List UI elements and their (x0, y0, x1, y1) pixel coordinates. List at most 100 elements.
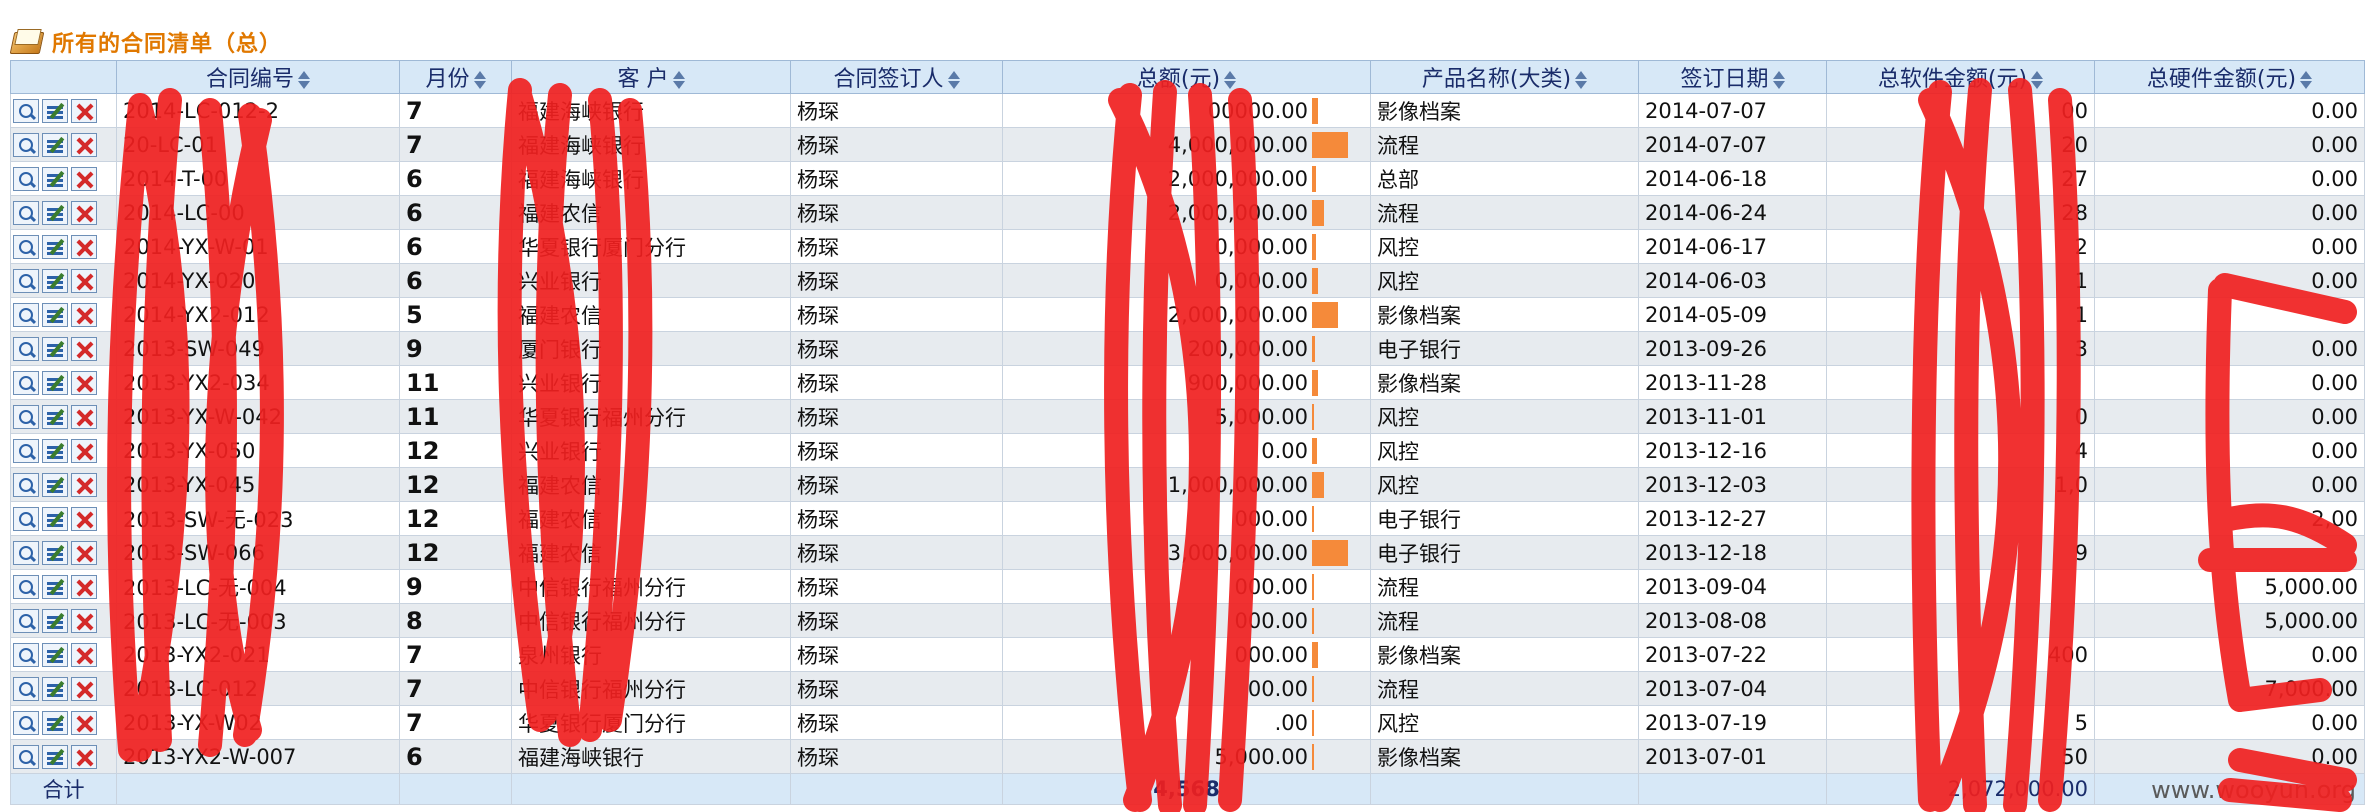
signer-link[interactable]: 杨琛 (790, 399, 1003, 434)
view-icon[interactable] (13, 541, 39, 565)
signer-link[interactable]: 杨琛 (790, 705, 1003, 740)
signer-link[interactable]: 杨琛 (790, 535, 1003, 570)
view-icon[interactable] (13, 609, 39, 633)
view-icon[interactable] (13, 303, 39, 327)
edit-icon[interactable] (42, 677, 68, 701)
delete-icon[interactable] (71, 201, 97, 225)
edit-icon[interactable] (42, 99, 68, 123)
view-icon[interactable] (13, 235, 39, 259)
sort-icon[interactable] (296, 69, 310, 91)
view-icon[interactable] (13, 473, 39, 497)
view-icon[interactable] (13, 677, 39, 701)
view-icon[interactable] (13, 507, 39, 531)
signer-link[interactable]: 杨琛 (790, 93, 1003, 128)
edit-icon[interactable] (42, 371, 68, 395)
sort-icon[interactable] (1573, 69, 1588, 91)
edit-icon[interactable] (42, 439, 68, 463)
sort-icon[interactable] (2029, 69, 2044, 91)
view-icon[interactable] (13, 439, 39, 463)
edit-icon[interactable] (42, 711, 68, 735)
edit-icon[interactable] (42, 405, 68, 429)
signer-link[interactable]: 杨琛 (790, 501, 1003, 536)
view-icon[interactable] (13, 405, 39, 429)
view-icon[interactable] (13, 711, 39, 735)
signer-link[interactable]: 杨琛 (790, 365, 1003, 400)
delete-icon[interactable] (71, 133, 97, 157)
signer-link[interactable]: 杨琛 (790, 603, 1003, 638)
sort-icon[interactable] (946, 69, 960, 91)
view-icon[interactable] (13, 575, 39, 599)
view-icon[interactable] (13, 201, 39, 225)
delete-icon[interactable] (71, 575, 97, 599)
delete-icon[interactable] (71, 167, 97, 191)
column-header-hardware[interactable]: 总硬件金额(元) (2094, 60, 2365, 94)
column-header-client[interactable]: 客 户 (511, 60, 791, 94)
delete-icon[interactable] (71, 337, 97, 361)
delete-icon[interactable] (71, 303, 97, 327)
edit-icon[interactable] (42, 609, 68, 633)
column-header-total[interactable]: 总额(元) (1002, 60, 1371, 94)
signer-link[interactable]: 杨琛 (790, 229, 1003, 264)
signer-link[interactable]: 杨琛 (790, 161, 1003, 196)
delete-icon[interactable] (71, 269, 97, 293)
delete-icon[interactable] (71, 609, 97, 633)
column-header-software[interactable]: 总软件金额(元) (1826, 60, 2095, 94)
column-header-signer[interactable]: 合同签订人 (790, 60, 1003, 94)
edit-icon[interactable] (42, 507, 68, 531)
edit-icon[interactable] (42, 473, 68, 497)
edit-icon[interactable] (42, 133, 68, 157)
edit-icon[interactable] (42, 541, 68, 565)
delete-icon[interactable] (71, 235, 97, 259)
signer-link[interactable]: 杨琛 (790, 569, 1003, 604)
column-header-contract-no[interactable]: 合同编号 (116, 60, 400, 94)
view-icon[interactable] (13, 133, 39, 157)
column-header-product[interactable]: 产品名称(大类) (1370, 60, 1639, 94)
edit-icon[interactable] (42, 303, 68, 327)
sort-icon[interactable] (472, 69, 486, 91)
view-icon[interactable] (13, 337, 39, 361)
signer-link[interactable]: 杨琛 (790, 263, 1003, 298)
row-actions (10, 127, 117, 162)
delete-icon[interactable] (71, 405, 97, 429)
delete-icon[interactable] (71, 473, 97, 497)
view-icon[interactable] (13, 167, 39, 191)
delete-icon[interactable] (71, 745, 97, 769)
delete-icon[interactable] (71, 439, 97, 463)
edit-icon[interactable] (42, 337, 68, 361)
signer-link[interactable]: 杨琛 (790, 433, 1003, 468)
signer-link[interactable]: 杨琛 (790, 467, 1003, 502)
delete-icon[interactable] (71, 677, 97, 701)
edit-icon[interactable] (42, 201, 68, 225)
sort-icon[interactable] (1222, 69, 1237, 91)
sort-icon[interactable] (1771, 69, 1785, 91)
delete-icon[interactable] (71, 643, 97, 667)
signer-link[interactable]: 杨琛 (790, 739, 1003, 774)
view-icon[interactable] (13, 99, 39, 123)
view-icon[interactable] (13, 269, 39, 293)
edit-icon[interactable] (42, 643, 68, 667)
delete-icon[interactable] (71, 99, 97, 123)
row-actions (10, 161, 117, 196)
delete-icon[interactable] (71, 507, 97, 531)
sort-icon[interactable] (2298, 69, 2313, 91)
view-icon[interactable] (13, 643, 39, 667)
edit-icon[interactable] (42, 167, 68, 191)
edit-icon[interactable] (42, 575, 68, 599)
view-icon[interactable] (13, 371, 39, 395)
edit-icon[interactable] (42, 269, 68, 293)
delete-icon[interactable] (71, 541, 97, 565)
signer-link[interactable]: 杨琛 (790, 297, 1003, 332)
signer-link[interactable]: 杨琛 (790, 127, 1003, 162)
view-icon[interactable] (13, 745, 39, 769)
signer-link[interactable]: 杨琛 (790, 637, 1003, 672)
edit-icon[interactable] (42, 745, 68, 769)
delete-icon[interactable] (71, 711, 97, 735)
column-header-date[interactable]: 签订日期 (1638, 60, 1827, 94)
column-header-month[interactable]: 月份 (399, 60, 512, 94)
edit-icon[interactable] (42, 235, 68, 259)
delete-icon[interactable] (71, 371, 97, 395)
signer-link[interactable]: 杨琛 (790, 671, 1003, 706)
signer-link[interactable]: 杨琛 (790, 331, 1003, 366)
signer-link[interactable]: 杨琛 (790, 195, 1003, 230)
sort-icon[interactable] (671, 69, 685, 91)
